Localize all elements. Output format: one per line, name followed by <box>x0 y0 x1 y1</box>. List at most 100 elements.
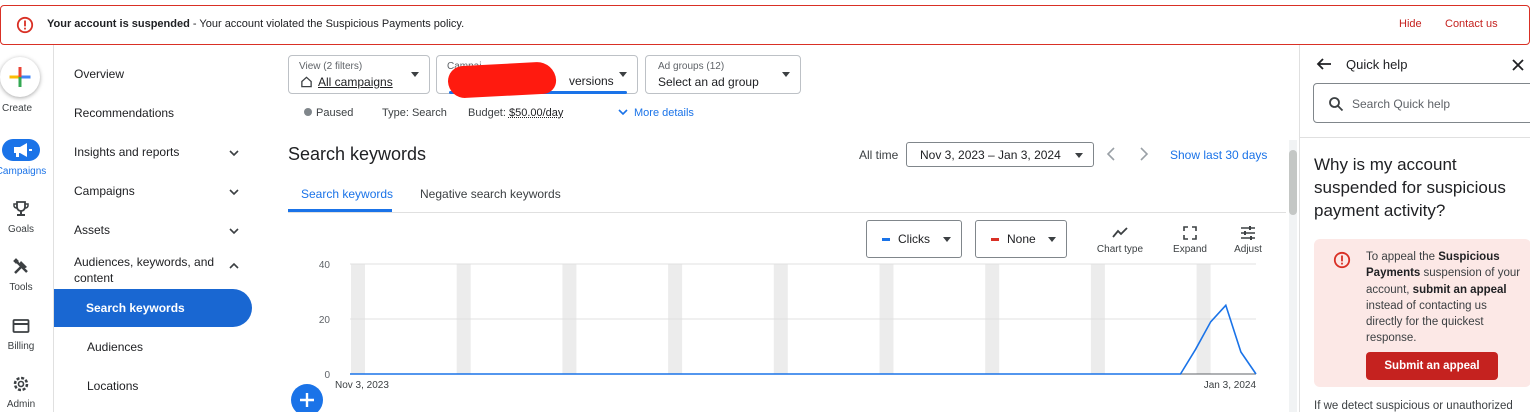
metric-1-label: Clicks <box>898 232 930 246</box>
line-chart-icon <box>1112 227 1128 238</box>
metric-1-dropdown[interactable]: Clicks <box>866 220 962 258</box>
error-icon <box>1333 251 1351 269</box>
chevron-down-icon <box>229 150 239 157</box>
expand-button[interactable]: Expand <box>1168 225 1212 255</box>
banner-separator: - <box>189 18 200 30</box>
appeal-text-3: instead of contacting us directly for th… <box>1366 299 1487 345</box>
quick-help-search-field[interactable]: Search Quick help <box>1313 83 1530 123</box>
budget-value[interactable]: $50.00/day <box>509 107 563 119</box>
rail-billing[interactable]: Billing <box>0 316 48 352</box>
tabs-divider <box>288 212 1286 213</box>
scrollbar-thumb[interactable] <box>1289 150 1297 215</box>
clicks-series-line <box>350 303 1257 375</box>
add-keyword-button[interactable] <box>291 384 323 412</box>
rail-goals-label: Goals <box>7 224 35 235</box>
nav-search-keywords-label: Search keywords <box>86 301 185 315</box>
nav-recommendations[interactable]: Recommendations <box>74 106 254 120</box>
rail-create-label: Create <box>2 103 33 114</box>
chart-type-label: Chart type <box>1096 244 1144 255</box>
quick-help-title: Quick help <box>1346 57 1408 72</box>
view-filter-caption: View (2 filters) <box>299 61 363 72</box>
x-tick-label: Jan 3, 2024 <box>1204 380 1257 391</box>
hide-banner-link[interactable]: Hide <box>1399 18 1422 30</box>
close-icon[interactable] <box>1511 58 1525 72</box>
nav-locations[interactable]: Locations <box>87 379 138 393</box>
error-icon <box>16 16 34 34</box>
banner-detail: Your account violated the Suspicious Pay… <box>199 18 465 30</box>
metric-2-dropdown[interactable]: None <box>975 220 1067 258</box>
page-title: Search keywords <box>288 144 427 164</box>
contact-us-link[interactable]: Contact us <box>1445 18 1498 30</box>
y-tick-label: 20 <box>319 315 331 326</box>
banner-title: Your account is suspended <box>47 18 190 30</box>
view-filter-value: All campaigns <box>318 75 393 89</box>
suspension-banner: Your account is suspended - Your account… <box>0 5 1530 45</box>
nav-search-keywords[interactable]: Search keywords <box>54 289 252 327</box>
chart-type-button[interactable]: Chart type <box>1093 225 1147 255</box>
ad-group-filter-dropdown[interactable]: Ad groups (12) Select an ad group <box>645 55 801 94</box>
quick-help-panel: Quick help Search Quick help Why is my a… <box>1299 45 1530 412</box>
tab-negative-search-keywords[interactable]: Negative search keywords <box>420 187 561 201</box>
nav-assets[interactable]: Assets <box>74 223 254 237</box>
rail-tools-label: Tools <box>9 282 33 293</box>
y-tick-label: 0 <box>324 370 330 381</box>
view-filter-dropdown[interactable]: View (2 filters) All campaigns <box>288 55 430 94</box>
more-details-label: More details <box>634 107 694 119</box>
ad-group-filter-caption: Ad groups (12) <box>658 61 725 72</box>
submit-appeal-button[interactable]: Submit an appeal <box>1366 352 1498 380</box>
more-details-link[interactable]: More details <box>617 107 694 119</box>
nav-insights-label: Insights and reports <box>74 145 180 159</box>
chevron-down-icon <box>619 72 627 77</box>
rail-campaigns[interactable]: Campaigns <box>0 139 48 177</box>
chevron-down-icon <box>1048 237 1056 242</box>
tab-search-keywords[interactable]: Search keywords <box>301 187 393 201</box>
rail-admin[interactable]: Admin <box>0 374 48 410</box>
nav-audiences[interactable]: Audiences <box>87 340 143 354</box>
date-range-value: Nov 3, 2023 – Jan 3, 2024 <box>920 148 1061 162</box>
adjust-button[interactable]: Adjust <box>1228 225 1268 255</box>
nav-audiences-label-line1: Audiences, keywords, and <box>74 255 215 269</box>
tune-icon <box>1241 226 1255 240</box>
campaign-type: Type: Search <box>382 107 447 119</box>
nav-insights-and-reports[interactable]: Insights and reports <box>74 145 254 159</box>
search-icon <box>1329 97 1344 112</box>
create-button[interactable] <box>0 57 40 97</box>
nav-overview[interactable]: Overview <box>74 67 254 81</box>
appeal-text-1: To appeal the <box>1366 251 1439 263</box>
back-arrow-icon[interactable] <box>1315 56 1333 72</box>
x-tick-label: Nov 3, 2023 <box>335 380 389 391</box>
metric-1-swatch <box>882 238 890 241</box>
y-tick-label: 40 <box>319 260 331 271</box>
appeal-info-card: To appeal the Suspicious Payments suspen… <box>1314 239 1530 387</box>
campaign-budget: Budget: $50.00/day <box>468 107 563 119</box>
show-last-30-days-link[interactable]: Show last 30 days <box>1170 148 1267 162</box>
rail-tools[interactable]: Tools <box>0 257 48 293</box>
redaction-mark <box>447 61 557 99</box>
all-time-label: All time <box>859 148 899 162</box>
date-range-picker[interactable]: Nov 3, 2023 – Jan 3, 2024 <box>906 142 1094 167</box>
previous-period-icon[interactable] <box>1105 146 1117 162</box>
banner-message: Your account is suspended - Your account… <box>47 18 464 30</box>
chevron-down-icon <box>943 237 951 242</box>
help-article-title: Why is my account suspended for suspicio… <box>1314 155 1506 220</box>
budget-label: Budget: <box>468 107 506 119</box>
next-period-icon[interactable] <box>1138 146 1150 162</box>
chevron-down-icon <box>1075 153 1083 158</box>
rail-create[interactable]: Create <box>0 101 54 114</box>
expand-label: Expand <box>1173 244 1207 255</box>
clicks-line-chart: 0 20 40 Nov 3, 2023 Jan 3, 2024 <box>319 260 1257 391</box>
nav-audiences-keywords-content[interactable]: Audiences, keywords, and content <box>74 254 254 286</box>
trophy-icon <box>13 201 29 216</box>
metric-2-label: None <box>1007 232 1036 246</box>
appeal-text-bold-2: submit an appeal <box>1412 283 1507 296</box>
rail-billing-label: Billing <box>7 341 35 352</box>
gear-icon <box>13 376 29 392</box>
plus-icon <box>9 67 31 87</box>
expand-icon <box>1183 226 1197 240</box>
megaphone-icon <box>14 143 32 157</box>
campaigns-pill <box>2 139 40 161</box>
rail-goals[interactable]: Goals <box>0 199 48 235</box>
nav-campaigns[interactable]: Campaigns <box>74 184 254 198</box>
credit-card-icon <box>12 319 30 333</box>
nav-audiences-label-line2: content <box>74 271 114 285</box>
